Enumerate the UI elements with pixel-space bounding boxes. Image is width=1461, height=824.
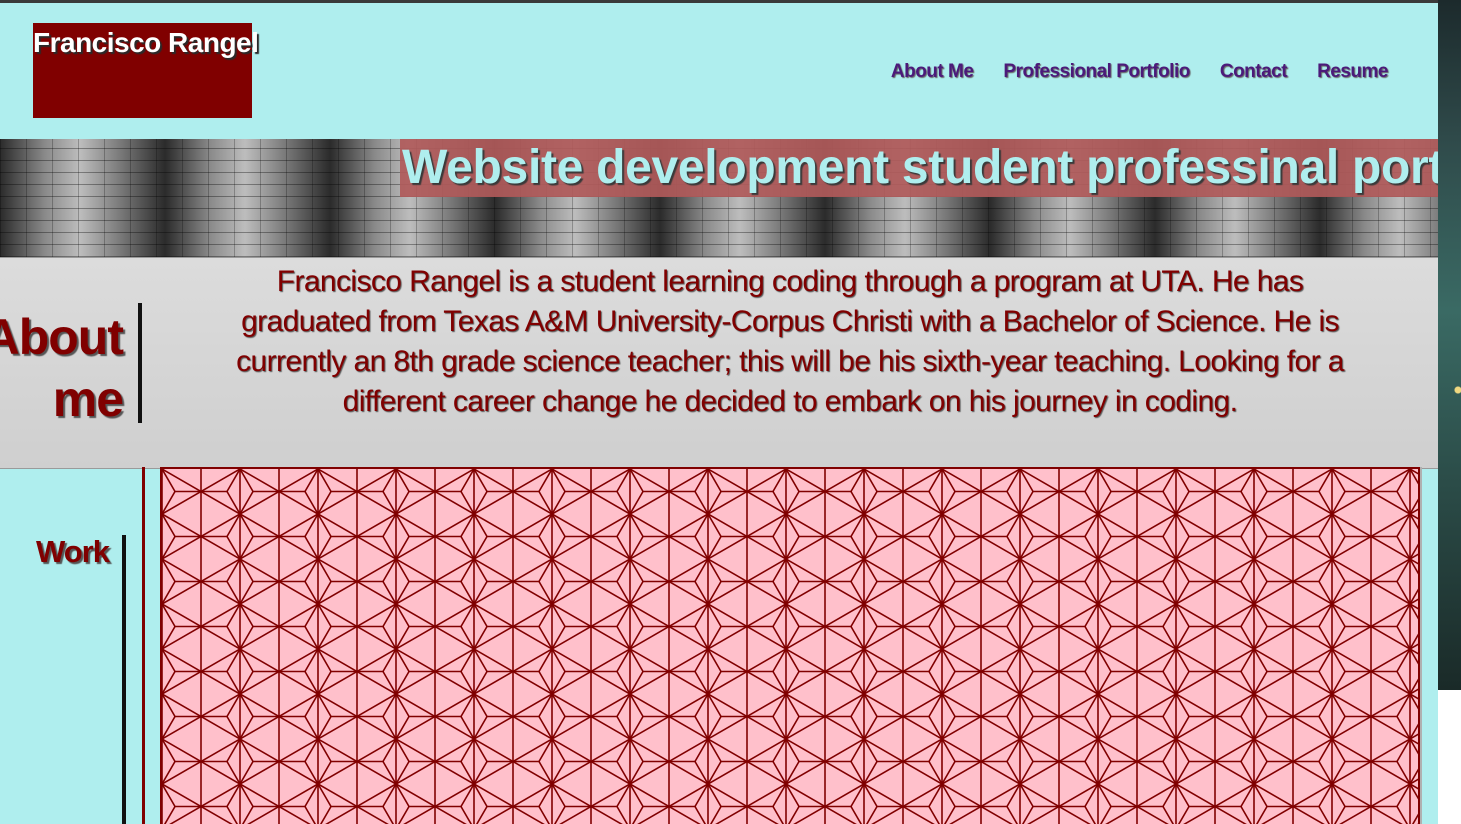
- nav-link-professional-portfolio[interactable]: Professional Portfolio: [1003, 61, 1190, 83]
- about-heading: About me: [0, 306, 124, 430]
- hero-banner: Website development student professinal …: [0, 139, 1438, 257]
- page-gutter: [1438, 690, 1461, 824]
- work-panel-left-border: [142, 467, 145, 824]
- nav-link-about-me[interactable]: About Me: [891, 61, 974, 83]
- asanoha-pattern-icon: [162, 469, 1418, 824]
- about-divider: [138, 303, 142, 423]
- nav-link-contact[interactable]: Contact: [1220, 61, 1288, 83]
- work-panel: [160, 467, 1420, 824]
- brand-name: Francisco Rangel: [33, 27, 259, 58]
- about-section: About me Francisco Rangel is a student l…: [0, 257, 1438, 469]
- about-text: Francisco Rangel is a student learning c…: [236, 265, 1344, 418]
- brand-box: Francisco Rangel: [33, 23, 259, 118]
- hero-title: Website development student professinal …: [400, 139, 1438, 197]
- page: Francisco Rangel About Me Professional P…: [0, 3, 1438, 824]
- about-heading-line1: About: [0, 309, 124, 365]
- background-image-edge: [1438, 0, 1461, 690]
- about-heading-line2: me: [52, 371, 124, 427]
- work-heading: Work: [36, 534, 110, 569]
- work-panel-shadow: [1420, 467, 1422, 824]
- nav-link-resume[interactable]: Resume: [1317, 61, 1388, 83]
- main-nav: About Me Professional Portfolio Contact …: [891, 61, 1389, 83]
- work-divider: [122, 535, 126, 824]
